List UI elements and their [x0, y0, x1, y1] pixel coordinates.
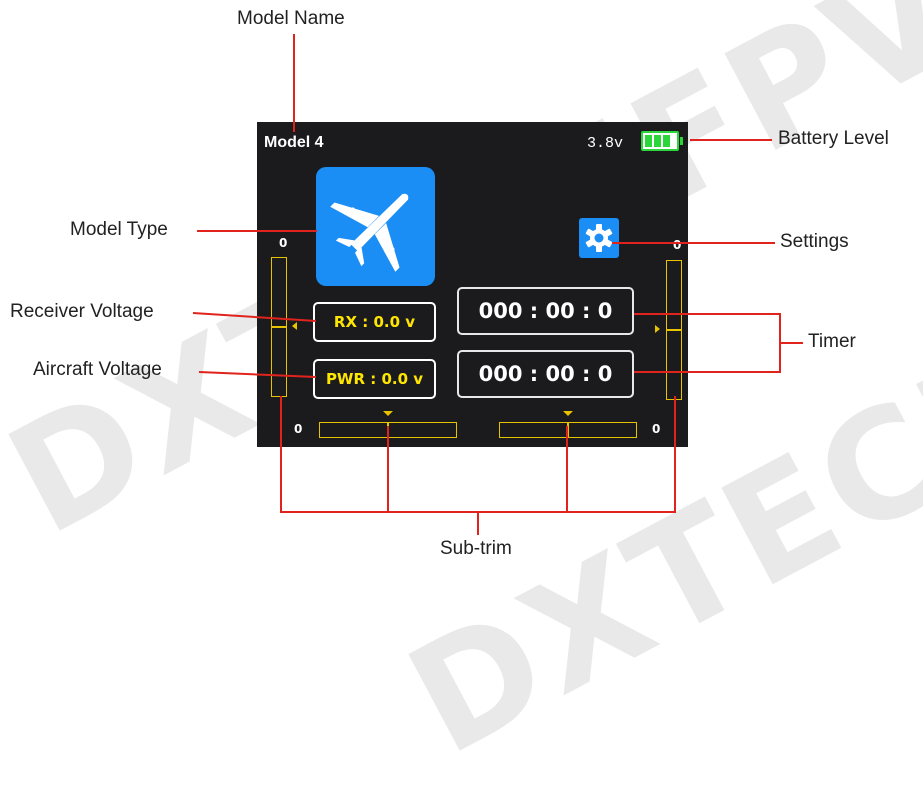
callout-aircraft-voltage: Aircraft Voltage	[33, 359, 162, 380]
callout-model-type: Model Type	[70, 219, 168, 240]
leader-aircraft-voltage	[198, 371, 317, 378]
callout-settings: Settings	[780, 231, 849, 252]
callout-receiver-voltage: Receiver Voltage	[10, 301, 154, 322]
callout-battery-level: Battery Level	[778, 128, 889, 149]
callout-sub-trim: Sub-trim	[440, 538, 512, 559]
callout-leader-lines	[192, 34, 803, 535]
leader-sub-trim-outer	[280, 396, 676, 513]
leader-timer-bracket	[634, 313, 781, 373]
callout-model-name: Model Name	[237, 8, 345, 29]
leader-receiver-voltage	[192, 312, 317, 322]
callout-timer: Timer	[808, 331, 856, 352]
